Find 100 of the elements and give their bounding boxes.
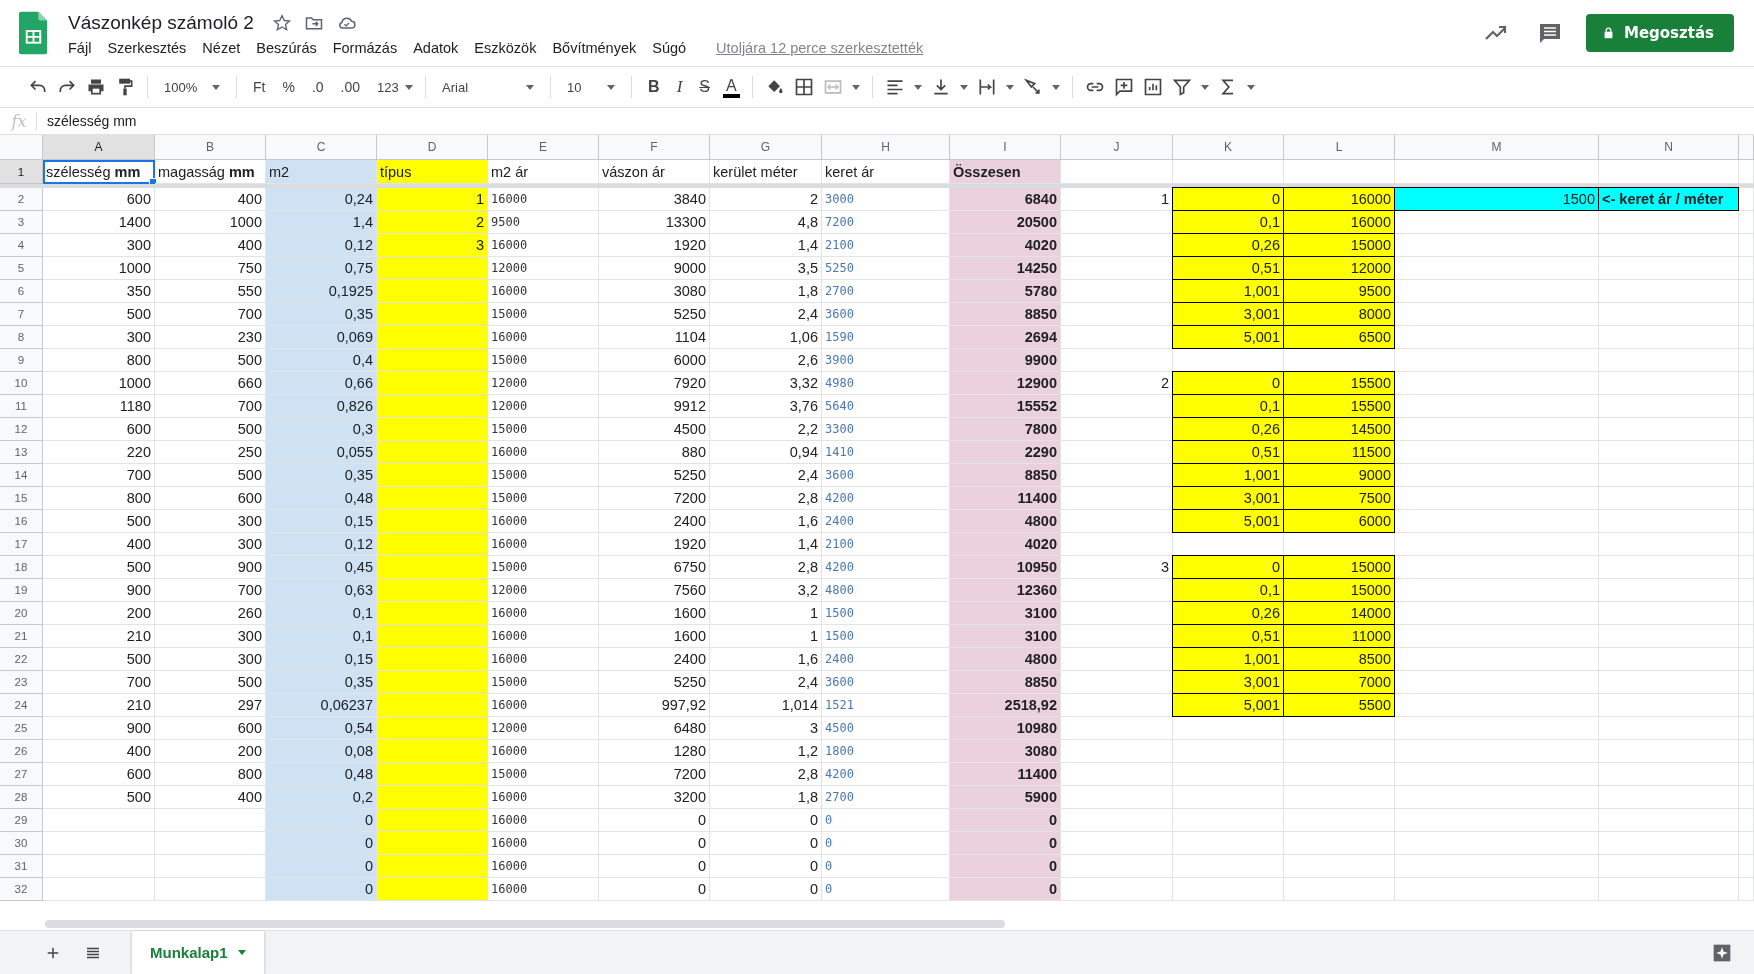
text-color-button[interactable]: A: [722, 76, 740, 98]
merge-cells-icon[interactable]: [822, 77, 843, 97]
caret-icon[interactable]: [212, 84, 220, 90]
column-header[interactable]: K: [1173, 135, 1284, 160]
row-header[interactable]: 32: [0, 878, 43, 901]
strikethrough-button[interactable]: S: [695, 76, 714, 98]
row-header[interactable]: 7: [0, 303, 43, 326]
caret-icon[interactable]: [1246, 84, 1255, 90]
caret-icon[interactable]: [959, 84, 968, 90]
row-header[interactable]: 5: [0, 257, 43, 280]
row-header[interactable]: 3: [0, 211, 43, 234]
caret-icon[interactable]: [1051, 84, 1060, 90]
table-cell: 11400: [1017, 490, 1057, 506]
row-header[interactable]: 8: [0, 326, 43, 349]
row-header[interactable]: 18: [0, 556, 43, 579]
row-header[interactable]: 11: [0, 395, 43, 418]
borders-icon[interactable]: [793, 77, 814, 97]
column-header[interactable]: I: [950, 135, 1061, 160]
caret-icon[interactable]: [607, 84, 616, 90]
column-header[interactable]: H: [822, 135, 950, 160]
font-size-dropdown[interactable]: 10: [563, 77, 620, 97]
row-header[interactable]: 30: [0, 832, 43, 855]
row-header[interactable]: 28: [0, 786, 43, 809]
horizontal-scrollbar[interactable]: [45, 920, 1005, 928]
zoom-dropdown[interactable]: 100%: [160, 77, 224, 97]
column-header[interactable]: D: [377, 135, 488, 160]
row-header[interactable]: 26: [0, 740, 43, 763]
bold-button[interactable]: B: [644, 76, 664, 98]
column-header[interactable]: N: [1599, 135, 1739, 160]
spreadsheet-logo-icon[interactable]: [18, 11, 48, 55]
share-button[interactable]: Megosztás: [1585, 14, 1734, 52]
row-header[interactable]: 27: [0, 763, 43, 786]
row-header[interactable]: 2: [0, 188, 43, 211]
row-header[interactable]: 19: [0, 579, 43, 602]
menu-item[interactable]: Adatok: [405, 40, 467, 56]
print-icon[interactable]: [86, 77, 106, 97]
explore-icon[interactable]: [1712, 942, 1732, 963]
font-dropdown[interactable]: Arial: [438, 77, 539, 97]
row-header[interactable]: 17: [0, 533, 43, 556]
caret-icon[interactable]: [237, 950, 246, 955]
column-header[interactable]: G: [710, 135, 822, 160]
table-cell: [1739, 464, 1754, 487]
caret-icon[interactable]: [1200, 84, 1209, 90]
row-header[interactable]: 20: [0, 602, 43, 625]
row-header[interactable]: 23: [0, 671, 43, 694]
caret-icon[interactable]: [1005, 84, 1014, 90]
row-header[interactable]: 21: [0, 625, 43, 648]
increase-decimals-button[interactable]: .00: [336, 77, 365, 97]
table-cell: 1: [809, 628, 818, 644]
row-header[interactable]: 4: [0, 234, 43, 257]
number-format-dropdown[interactable]: 123: [373, 77, 414, 97]
row-header[interactable]: 25: [0, 717, 43, 740]
menu-item[interactable]: Fájl: [68, 40, 100, 56]
row-header[interactable]: 15: [0, 487, 43, 510]
caret-icon[interactable]: [526, 84, 535, 90]
column-header[interactable]: E: [488, 135, 599, 160]
column-header[interactable]: J: [1061, 135, 1173, 160]
row-header[interactable]: 31: [0, 855, 43, 878]
row-header[interactable]: 6: [0, 280, 43, 303]
row-header[interactable]: 10: [0, 372, 43, 395]
column-header[interactable]: F: [599, 135, 710, 160]
star-icon[interactable]: [271, 13, 292, 33]
text-rotate-icon[interactable]: [1022, 77, 1043, 97]
caret-icon[interactable]: [851, 84, 860, 90]
row-header[interactable]: 9: [0, 349, 43, 372]
last-edit-link[interactable]: Utoljára 12 perce szerkesztették: [708, 40, 932, 56]
menu-item[interactable]: Szerkesztés: [99, 40, 195, 56]
column-header[interactable]: B: [155, 135, 266, 160]
menu-item[interactable]: Beszúrás: [248, 40, 325, 56]
caret-icon[interactable]: [404, 84, 413, 90]
row-header[interactable]: 13: [0, 441, 43, 464]
formula-input[interactable]: szélesség mm: [47, 113, 137, 129]
currency-format-button[interactable]: Ft: [249, 77, 270, 97]
column-header[interactable]: L: [1284, 135, 1395, 160]
italic-button[interactable]: I: [672, 75, 687, 99]
table-cell: [1739, 855, 1754, 878]
row-header[interactable]: 29: [0, 809, 43, 832]
sheet-tab[interactable]: Munkalap1: [132, 931, 264, 974]
menu-item[interactable]: Formázás: [324, 40, 406, 56]
caret-icon[interactable]: [913, 84, 922, 90]
row-header[interactable]: 12: [0, 418, 43, 441]
decrease-decimals-button[interactable]: .0: [307, 77, 328, 97]
row-header[interactable]: 16: [0, 510, 43, 533]
menu-item[interactable]: Nézet: [194, 40, 249, 56]
column-header[interactable]: A: [43, 135, 155, 160]
percent-format-button[interactable]: %: [278, 77, 299, 97]
row-header[interactable]: 24: [0, 694, 43, 717]
filter-icon[interactable]: [1171, 77, 1192, 97]
row-header[interactable]: 1: [0, 160, 43, 184]
column-header[interactable]: C: [266, 135, 377, 160]
row-header[interactable]: 22: [0, 648, 43, 671]
menu-item[interactable]: Súgó: [644, 40, 695, 56]
chart-icon[interactable]: [1142, 77, 1163, 97]
menu-item[interactable]: Eszközök: [466, 40, 545, 56]
menu-item[interactable]: Bővítmények: [544, 40, 645, 56]
document-title[interactable]: Vászonkép számoló 2: [68, 12, 254, 34]
comment-icon[interactable]: [1537, 21, 1562, 45]
row-header[interactable]: 14: [0, 464, 43, 487]
add-comment-icon[interactable]: [1113, 77, 1134, 97]
column-header[interactable]: M: [1395, 135, 1599, 160]
